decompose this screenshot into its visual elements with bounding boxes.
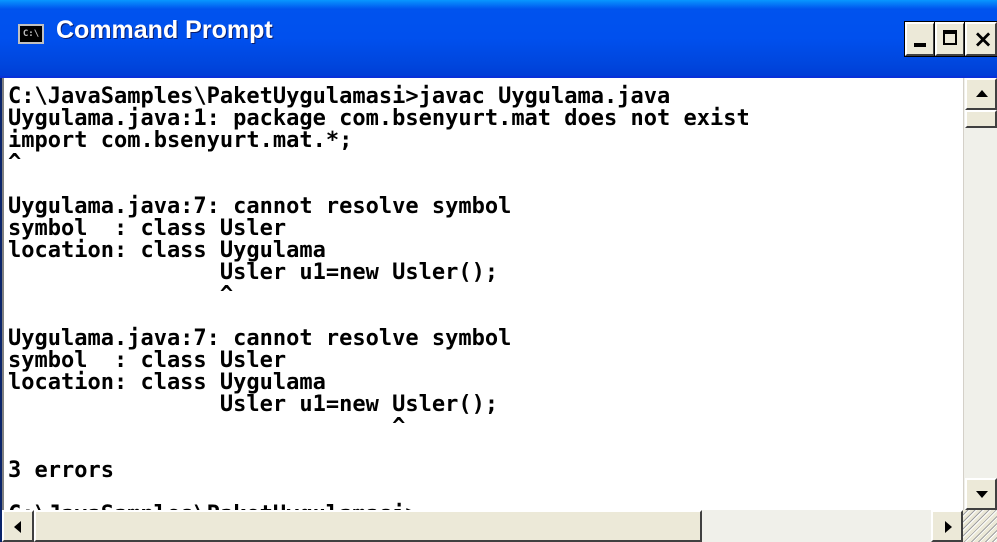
horizontal-scroll-thumb[interactable]: [34, 510, 702, 542]
console-line: ^: [8, 150, 22, 175]
scroll-right-button[interactable]: [931, 510, 963, 542]
horizontal-scrollbar[interactable]: [2, 510, 963, 542]
close-button[interactable]: ×: [964, 21, 997, 57]
console-line: ^: [8, 282, 234, 307]
scroll-left-button[interactable]: [2, 510, 34, 542]
vertical-scroll-thumb[interactable]: [965, 110, 997, 128]
vertical-scrollbar[interactable]: [963, 78, 997, 510]
console-text: C:\JavaSamples\PaketUygulamasi>javac Uyg…: [4, 78, 963, 511]
title-bar[interactable]: C:\ Command Prompt ×: [0, 0, 997, 78]
window-title: Command Prompt: [56, 16, 273, 44]
console-line: ^: [8, 414, 406, 439]
close-icon: ×: [973, 25, 994, 53]
maximize-button[interactable]: [934, 21, 966, 57]
arrow-right-icon: [945, 521, 952, 533]
arrow-up-icon: [976, 90, 988, 97]
arrow-left-icon: [14, 521, 21, 533]
console-line: 3 errors: [8, 458, 114, 483]
command-prompt-window: C:\ Command Prompt × C:\JavaSamples\Pake…: [0, 0, 997, 542]
scroll-up-button[interactable]: [965, 78, 997, 110]
console-line: import com.bsenyurt.mat.*;: [8, 128, 353, 153]
console-icon[interactable]: C:\: [18, 24, 44, 44]
minimize-button[interactable]: [904, 21, 936, 57]
command-prompt-line: C:\JavaSamples\PaketUygulamasi>: [8, 502, 419, 511]
resize-grip-icon[interactable]: [963, 510, 997, 542]
console-output[interactable]: C:\JavaSamples\PaketUygulamasi>javac Uyg…: [2, 78, 963, 510]
scroll-down-button[interactable]: [965, 478, 997, 510]
arrow-down-icon: [976, 491, 988, 498]
